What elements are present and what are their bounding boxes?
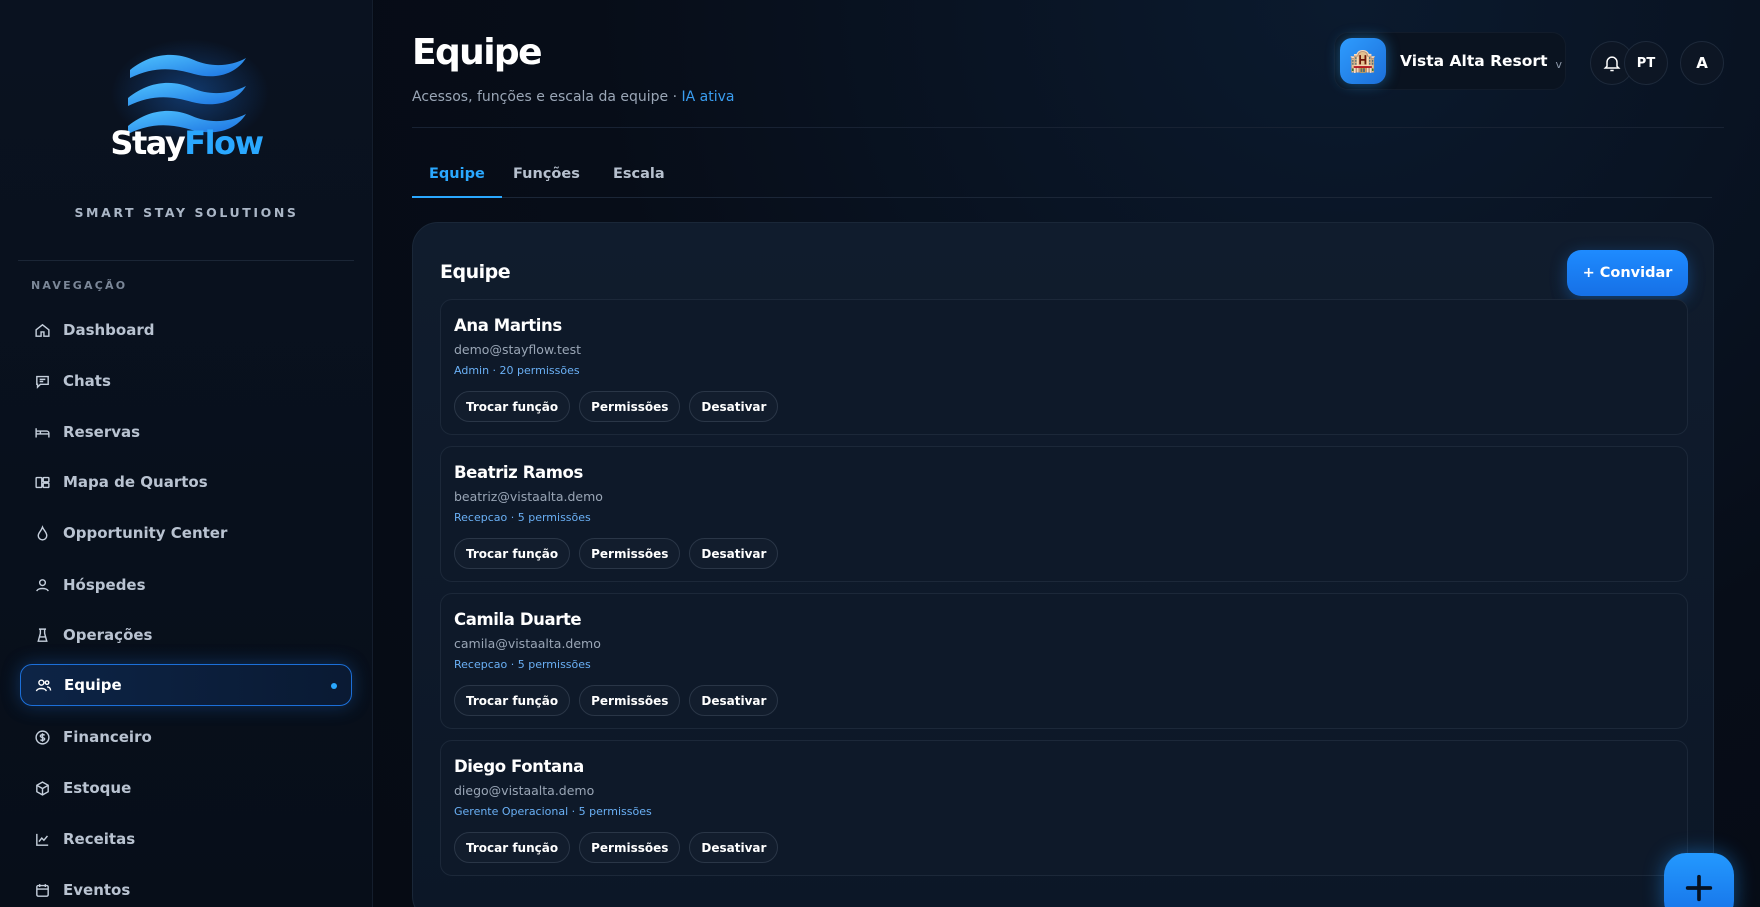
- sidebar-item-operacoes[interactable]: Operações: [20, 614, 352, 656]
- brand-tagline: SMART STAY SOLUTIONS: [74, 205, 299, 220]
- logo: [0, 38, 373, 148]
- tab-funcoes[interactable]: Funções: [496, 152, 597, 198]
- tab-equipe[interactable]: Equipe: [412, 152, 502, 198]
- sidebar-item-mapa-de-quartos[interactable]: Mapa de Quartos: [20, 461, 352, 503]
- bed-icon: [34, 424, 51, 441]
- chart-icon: [34, 831, 51, 848]
- home-icon: [34, 322, 51, 339]
- tab-escala[interactable]: Escala: [596, 152, 682, 198]
- member-name: Ana Martins: [454, 316, 562, 335]
- member-name: Beatriz Ramos: [454, 463, 583, 482]
- main-content: Equipe Acessos, funções e escala da equi…: [374, 0, 1760, 907]
- member-email: diego@vistaalta.demo: [454, 783, 595, 798]
- change-role-button[interactable]: Trocar função: [454, 391, 571, 422]
- member-card: Diego Fontana diego@vistaalta.demo Geren…: [440, 740, 1688, 876]
- sidebar-item-label: Receitas: [63, 830, 136, 848]
- team-icon: [35, 677, 52, 694]
- deactivate-button[interactable]: Desativar: [689, 538, 779, 569]
- permissions-button[interactable]: Permissões: [579, 391, 681, 422]
- member-role: Gerente Operacional · 5 permissões: [454, 805, 652, 818]
- avatar[interactable]: A: [1680, 41, 1724, 85]
- sidebar-item-financeiro[interactable]: Financeiro: [20, 716, 352, 758]
- panel-title: Equipe: [440, 261, 511, 283]
- bell-icon: [1603, 56, 1621, 72]
- add-fab-button[interactable]: [1664, 853, 1734, 907]
- sidebar-item-label: Equipe: [64, 676, 122, 694]
- chat-icon: [34, 373, 51, 390]
- member-email: beatriz@vistaalta.demo: [454, 489, 603, 504]
- nav-heading: NAVEGAÇÃO: [31, 279, 128, 292]
- sidebar-item-label: Chats: [63, 372, 111, 390]
- change-role-button[interactable]: Trocar função: [454, 832, 571, 863]
- sidebar-item-label: Hóspedes: [63, 576, 146, 594]
- page-title: Equipe: [412, 32, 543, 73]
- member-role: Recepcao · 5 permissões: [454, 658, 591, 671]
- sidebar-item-label: Dashboard: [63, 321, 155, 339]
- sidebar-item-eventos[interactable]: Eventos: [20, 869, 352, 907]
- plus-icon: [1685, 874, 1713, 902]
- divider: [18, 260, 354, 261]
- ai-status: IA ativa: [681, 89, 735, 105]
- team-panel: Equipe + Convidar Ana Martins demo@stayf…: [412, 222, 1714, 907]
- member-card: Camila Duarte camila@vistaalta.demo Rece…: [440, 593, 1688, 729]
- invite-button[interactable]: + Convidar: [1567, 250, 1688, 296]
- permissions-button[interactable]: Permissões: [579, 538, 681, 569]
- language-button[interactable]: PT: [1624, 41, 1668, 85]
- hotel-icon: 🏨: [1340, 38, 1386, 84]
- member-name: Camila Duarte: [454, 610, 582, 629]
- member-role: Admin · 20 permissões: [454, 364, 580, 377]
- permissions-button[interactable]: Permissões: [579, 685, 681, 716]
- sidebar-item-label: Estoque: [63, 779, 132, 797]
- brand-name: StayFlow: [110, 124, 264, 162]
- sidebar-item-label: Financeiro: [63, 728, 152, 746]
- permissions-button[interactable]: Permissões: [579, 832, 681, 863]
- deactivate-button[interactable]: Desativar: [689, 685, 779, 716]
- change-role-button[interactable]: Trocar função: [454, 538, 571, 569]
- member-card: Ana Martins demo@stayflow.test Admin · 2…: [440, 299, 1688, 435]
- operations-icon: [34, 627, 51, 644]
- sidebar-item-receitas[interactable]: Receitas: [20, 818, 352, 860]
- deactivate-button[interactable]: Desativar: [689, 832, 779, 863]
- sidebar-item-reservas[interactable]: Reservas: [20, 411, 352, 453]
- page-subtitle: Acessos, funções e escala da equipe · IA…: [412, 89, 735, 105]
- hotel-name: Vista Alta Resort: [1400, 52, 1548, 70]
- divider: [412, 127, 1724, 128]
- grid-icon: [34, 474, 51, 491]
- sidebar-item-label: Reservas: [63, 423, 141, 441]
- sidebar-item-equipe[interactable]: Equipe: [20, 664, 352, 706]
- deactivate-button[interactable]: Desativar: [689, 391, 779, 422]
- sidebar-item-label: Opportunity Center: [63, 524, 228, 542]
- member-name: Diego Fontana: [454, 757, 584, 776]
- tabs: Equipe Funções Escala: [412, 152, 1712, 198]
- sidebar-item-label: Eventos: [63, 881, 131, 899]
- dollar-icon: [34, 729, 51, 746]
- sidebar-item-hospedes[interactable]: Hóspedes: [20, 564, 352, 606]
- sidebar-item-dashboard[interactable]: Dashboard: [20, 309, 352, 351]
- calendar-icon: [34, 882, 51, 899]
- flame-icon: [34, 524, 51, 542]
- sidebar-item-label: Mapa de Quartos: [63, 473, 208, 491]
- chevron-down-icon: v: [1555, 57, 1562, 71]
- active-indicator-dot: [331, 683, 337, 689]
- hotel-selector[interactable]: 🏨 Vista Alta Resort v: [1334, 32, 1566, 90]
- member-role: Recepcao · 5 permissões: [454, 511, 591, 524]
- box-icon: [34, 780, 51, 797]
- user-icon: [34, 577, 51, 594]
- sidebar-item-opportunity-center[interactable]: Opportunity Center: [20, 512, 352, 554]
- sidebar-item-label: Operações: [63, 626, 153, 644]
- member-card: Beatriz Ramos beatriz@vistaalta.demo Rec…: [440, 446, 1688, 582]
- member-email: demo@stayflow.test: [454, 342, 581, 357]
- change-role-button[interactable]: Trocar função: [454, 685, 571, 716]
- sidebar-item-chats[interactable]: Chats: [20, 360, 352, 402]
- sidebar-item-estoque[interactable]: Estoque: [20, 767, 352, 809]
- member-email: camila@vistaalta.demo: [454, 636, 601, 651]
- sidebar: StayFlow SMART STAY SOLUTIONS NAVEGAÇÃO …: [0, 0, 373, 907]
